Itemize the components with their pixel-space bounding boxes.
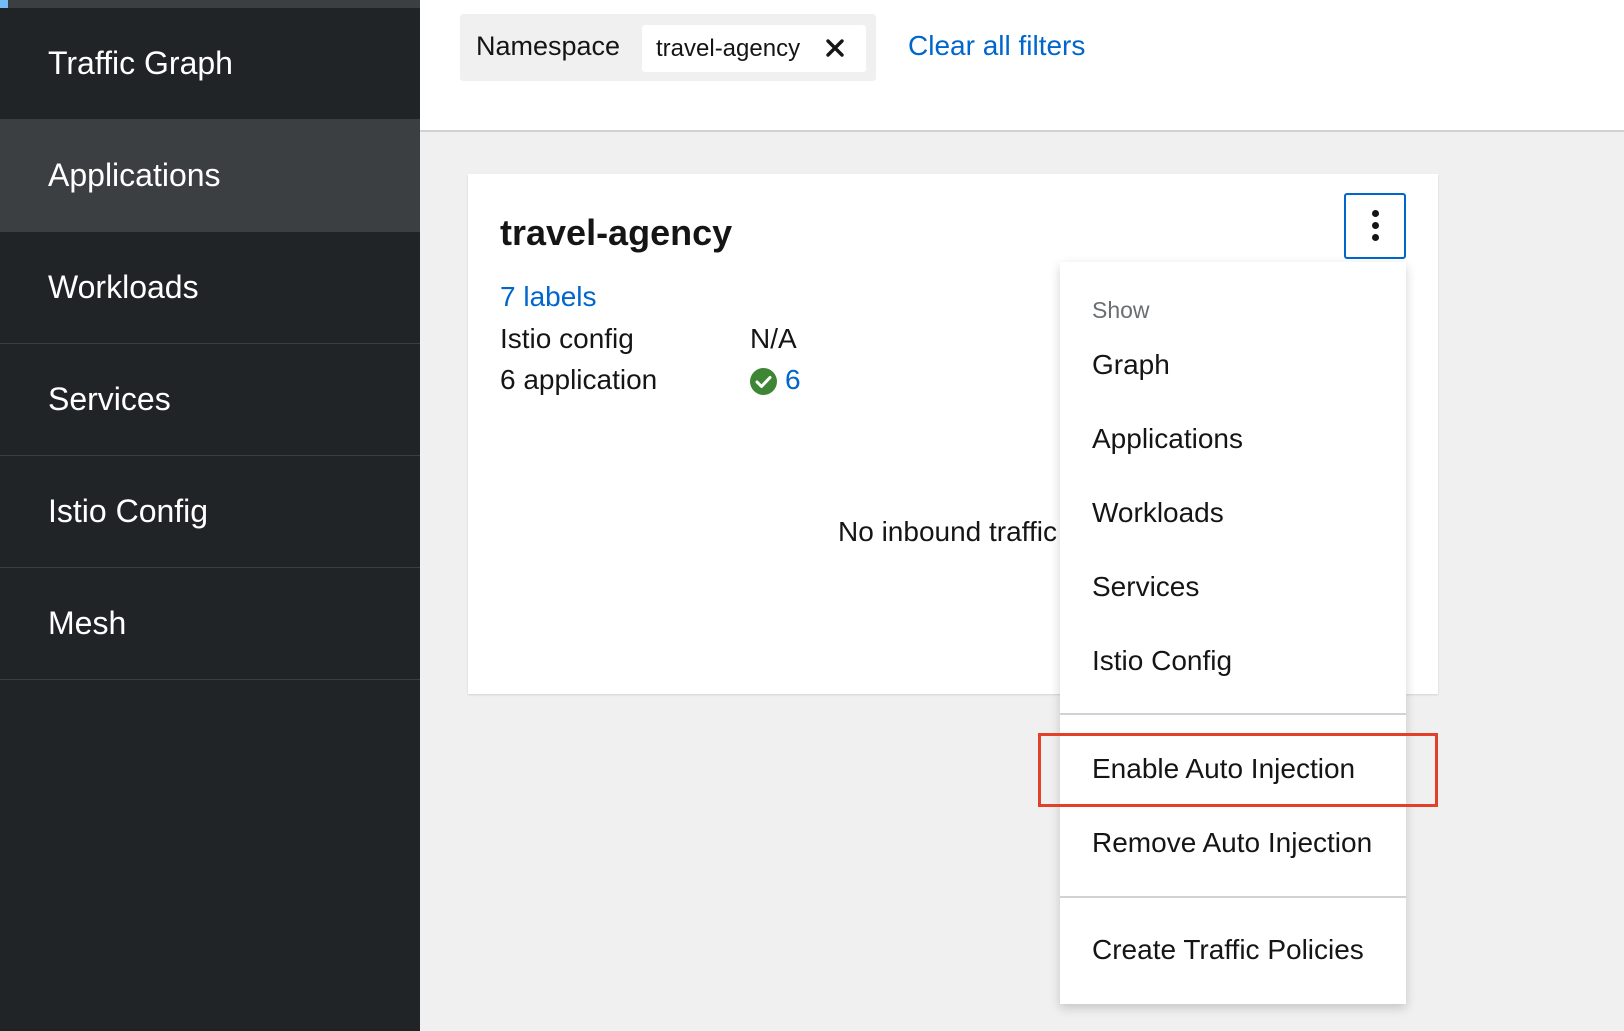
applications-label: 6 application	[500, 364, 658, 395]
menu-divider	[1060, 896, 1406, 898]
menu-item-workloads[interactable]: Workloads	[1060, 483, 1406, 543]
no-traffic-message: No inbound traffic	[838, 516, 1057, 547]
menu-item-services[interactable]: Services	[1060, 557, 1406, 617]
labels-link[interactable]: 7 labels	[500, 279, 597, 315]
menu-divider	[1060, 713, 1406, 715]
sidebar-item-label: Traffic Graph	[48, 45, 233, 81]
sidebar-item-workloads[interactable]: Workloads	[0, 232, 420, 344]
sidebar-top-strip	[0, 0, 420, 8]
menu-item-graph[interactable]: Graph	[1060, 335, 1406, 395]
menu-item-label: Remove Auto Injection	[1092, 827, 1373, 858]
check-circle-icon	[750, 368, 777, 395]
sidebar-item-services[interactable]: Services	[0, 344, 420, 456]
close-icon[interactable]	[820, 29, 850, 67]
sidebar-item-applications[interactable]: Applications	[0, 120, 420, 232]
filter-category-label: Namespace	[476, 31, 621, 61]
kebab-dot-icon	[1372, 210, 1379, 217]
sidebar-item-label: Istio Config	[48, 493, 209, 529]
sidebar-item-label: Services	[48, 381, 171, 417]
kebab-dot-icon	[1372, 222, 1379, 229]
menu-item-label: Create Traffic Policies	[1092, 934, 1364, 965]
sidebar-item-label: Applications	[48, 157, 221, 193]
menu-item-applications[interactable]: Applications	[1060, 409, 1406, 469]
sidebar: Traffic Graph Applications Workloads Ser…	[0, 0, 420, 1031]
kebab-dot-icon	[1372, 234, 1379, 241]
istio-config-value: N/A	[750, 323, 797, 354]
card-title: travel-agency	[500, 212, 733, 253]
menu-item-istio-config[interactable]: Istio Config	[1060, 631, 1406, 691]
filter-chip-label: travel-agency	[656, 34, 801, 62]
menu-item-label: Workloads	[1092, 497, 1224, 528]
menu-item-label: Services	[1092, 571, 1200, 602]
menu-item-label: Graph	[1092, 349, 1170, 380]
sidebar-item-mesh[interactable]: Mesh	[0, 568, 420, 680]
menu-item-label: Istio Config	[1092, 645, 1233, 676]
sidebar-item-label: Mesh	[48, 605, 127, 641]
sidebar-item-traffic-graph[interactable]: Traffic Graph	[0, 8, 420, 120]
menu-item-create-traffic-policies[interactable]: Create Traffic Policies	[1060, 920, 1406, 980]
clear-all-filters-link[interactable]: Clear all filters	[908, 28, 1085, 64]
sidebar-item-label: Workloads	[48, 269, 199, 305]
sidebar-item-istio-config[interactable]: Istio Config	[0, 456, 420, 568]
menu-group-title: Show	[1092, 297, 1150, 323]
kebab-menu-button[interactable]	[1344, 193, 1406, 259]
menu-item-remove-auto-injection[interactable]: Remove Auto Injection	[1060, 813, 1406, 873]
menu-item-label: Applications	[1092, 423, 1243, 454]
highlight-annotation-box	[1038, 733, 1438, 807]
istio-config-label: Istio config	[500, 323, 634, 354]
applications-count-link[interactable]: 6	[785, 362, 801, 398]
sidebar-accent	[0, 0, 8, 8]
